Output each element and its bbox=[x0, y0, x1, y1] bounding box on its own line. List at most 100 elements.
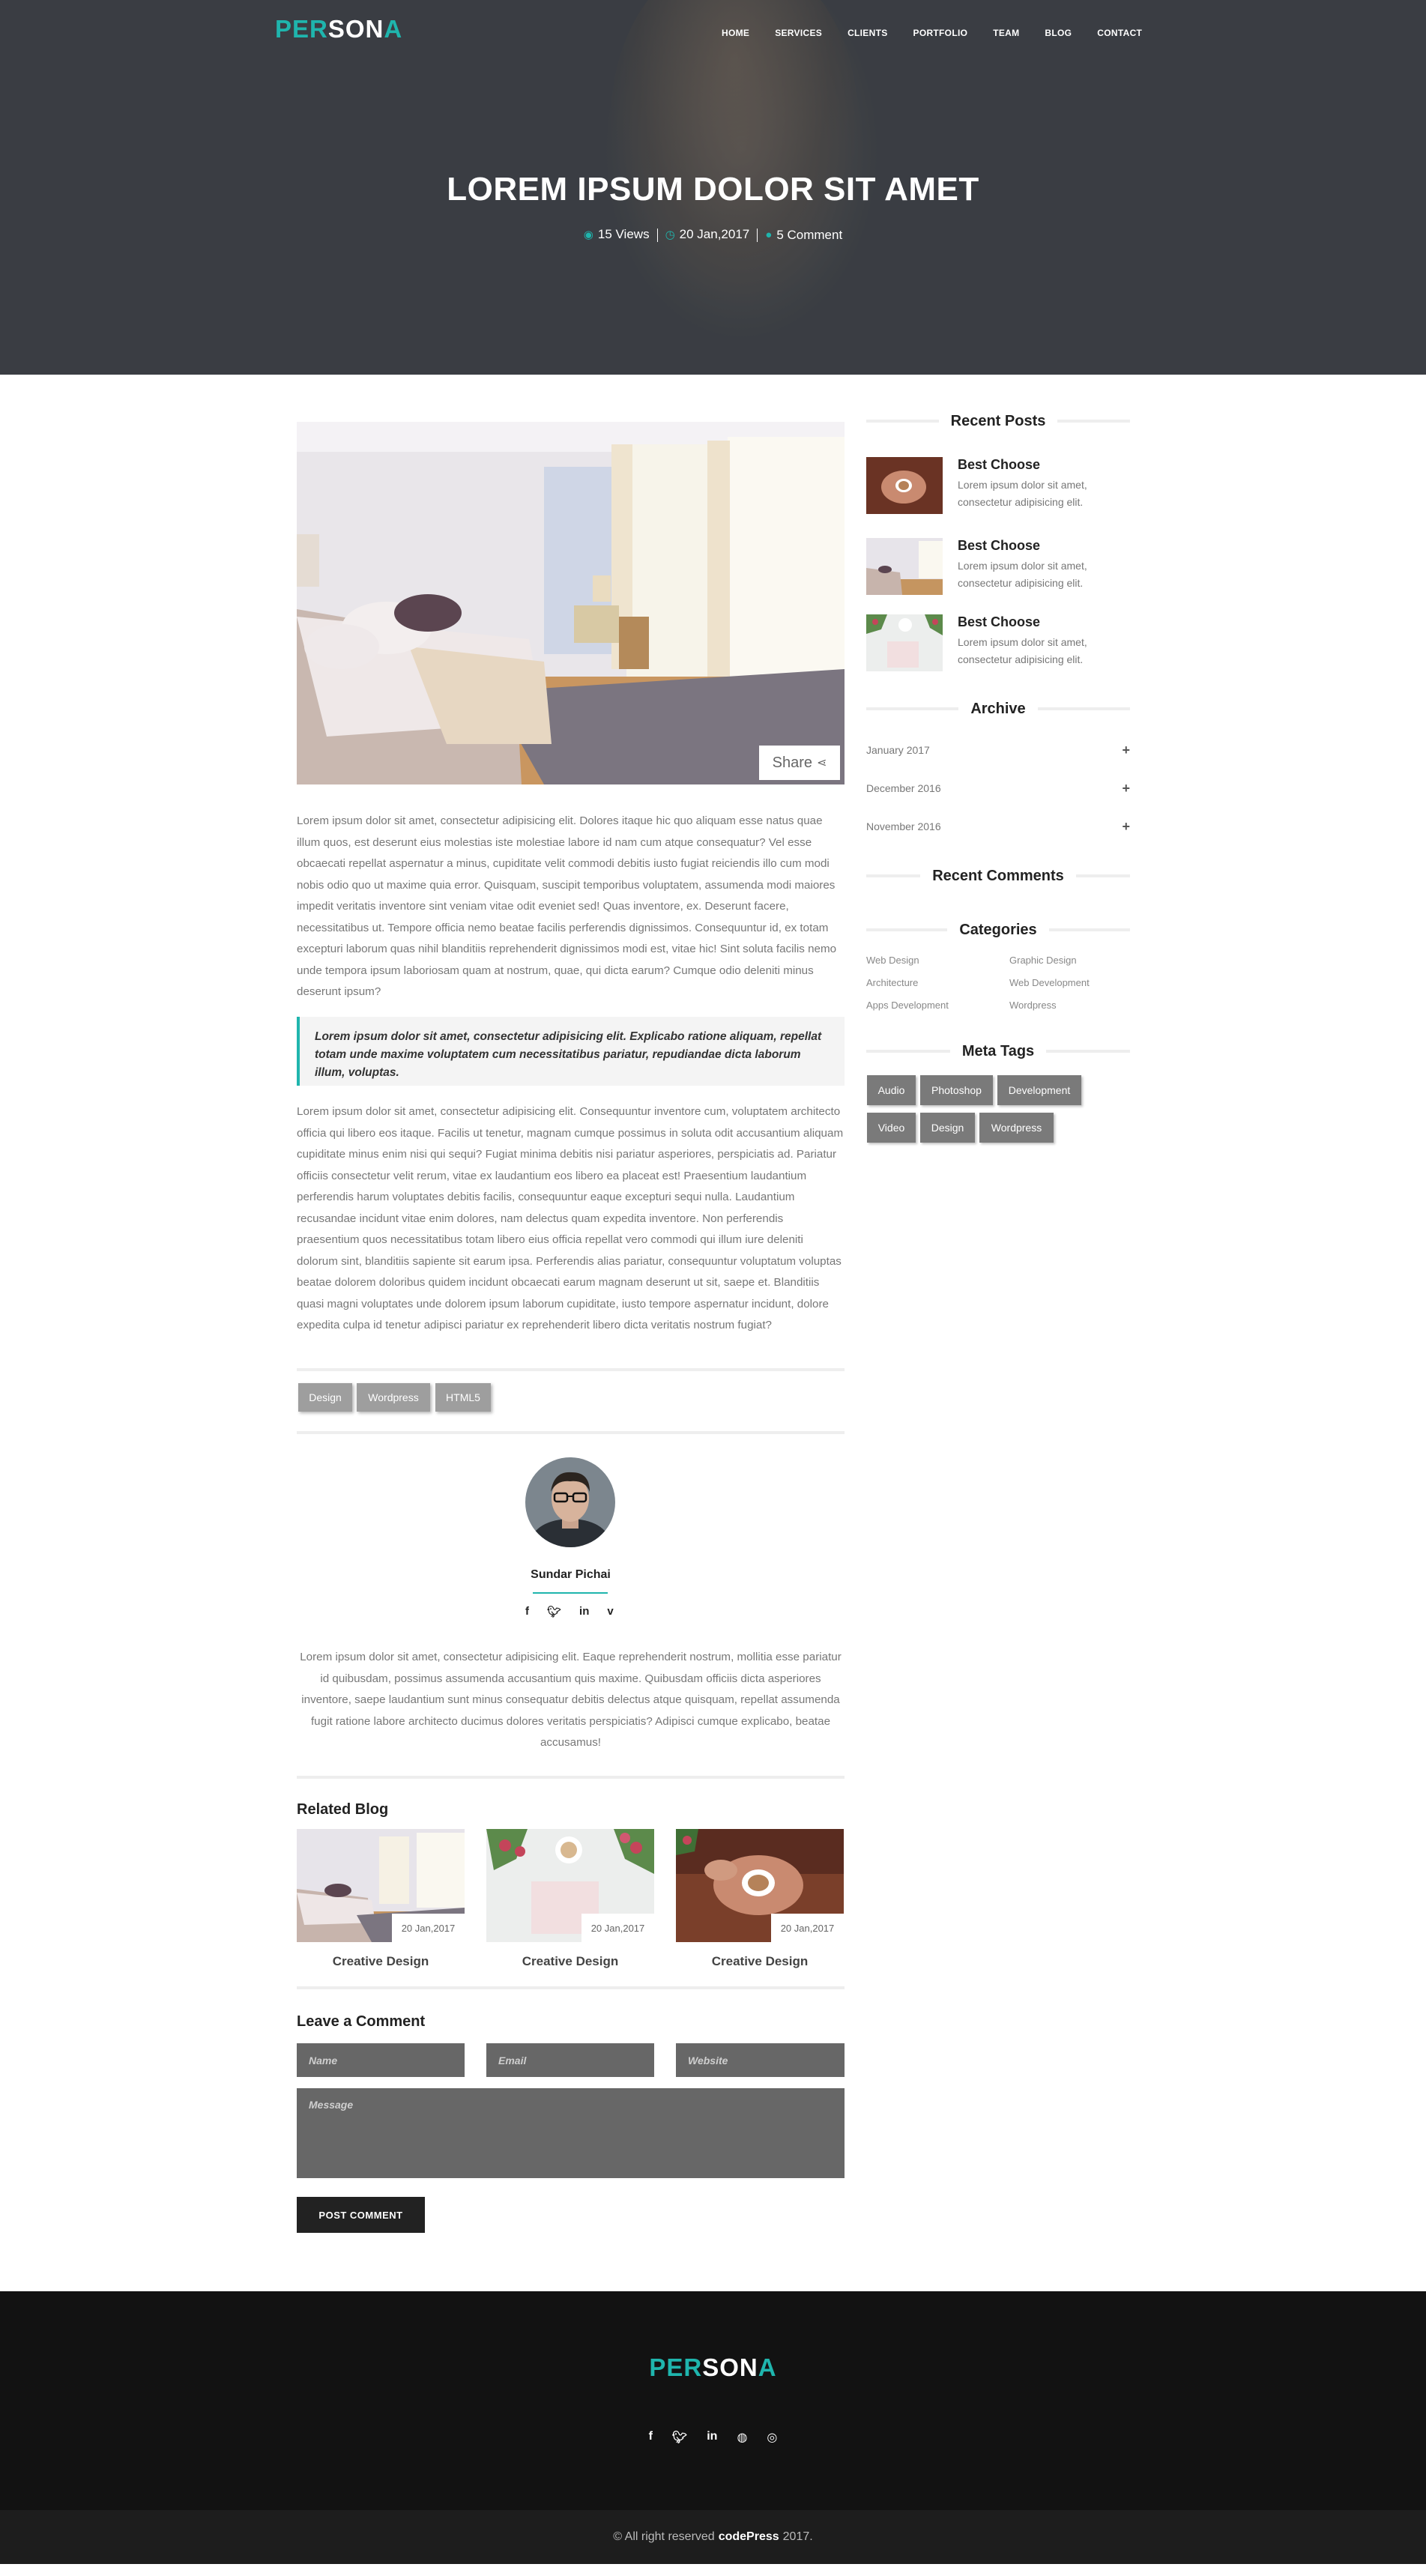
nav-services[interactable]: SERVICES bbox=[775, 28, 822, 38]
category-link[interactable]: Graphic Design bbox=[1009, 955, 1077, 966]
name-field[interactable]: Name bbox=[297, 2043, 465, 2077]
nav-clients[interactable]: CLIENTS bbox=[848, 28, 887, 38]
related-post-image[interactable]: 20 Jan,2017 bbox=[297, 1829, 465, 1942]
linkedin-icon[interactable]: in bbox=[579, 1605, 589, 1618]
hero-section: PERSONA HOME SERVICES CLIENTS PORTFOLIO … bbox=[0, 0, 1426, 375]
github-icon[interactable]: ◍ bbox=[737, 2430, 747, 2445]
share-icon: ⋖ bbox=[816, 757, 827, 770]
author-underline bbox=[533, 1592, 608, 1594]
article-quote: Lorem ipsum dolor sit amet, consectetur … bbox=[297, 1017, 845, 1086]
meta-tag[interactable]: Development bbox=[997, 1075, 1081, 1105]
related-post-image[interactable]: 20 Jan,2017 bbox=[676, 1829, 844, 1942]
related-post-title[interactable]: Creative Design bbox=[486, 1954, 654, 1969]
share-button[interactable]: Share ⋖ bbox=[759, 746, 840, 780]
author-bio: Lorem ipsum dolor sit amet, consectetur … bbox=[300, 1651, 842, 1749]
nav-team[interactable]: TEAM bbox=[993, 28, 1019, 38]
copyright-brand-link[interactable]: codePress bbox=[719, 2530, 779, 2544]
recent-post-thumbnail[interactable] bbox=[866, 538, 943, 595]
facebook-icon[interactable]: f bbox=[649, 2430, 653, 2445]
category-link[interactable]: Wordpress bbox=[1009, 1000, 1057, 1011]
site-logo[interactable]: PERSONA bbox=[275, 15, 402, 43]
recent-post-thumbnail[interactable] bbox=[866, 457, 943, 514]
related-blog-heading: Related Blog bbox=[297, 1801, 389, 1818]
archive-item[interactable]: December 2016 + bbox=[866, 781, 1130, 796]
leave-comment-heading: Leave a Comment bbox=[297, 2013, 426, 2030]
views-count: 15 Views bbox=[597, 227, 650, 241]
author-social: f 🐦︎ in v bbox=[525, 1605, 614, 1618]
recent-post-thumbnail[interactable] bbox=[866, 614, 943, 671]
recent-post-title[interactable]: Best Choose bbox=[958, 614, 1040, 630]
recent-post-excerpt: Lorem ipsum dolor sit amet, consectetur … bbox=[958, 636, 1087, 665]
nav-contact[interactable]: CONTACT bbox=[1097, 28, 1142, 38]
category-link[interactable]: Web Development bbox=[1009, 977, 1090, 988]
article-paragraph-1: Lorem ipsum dolor sit amet, consectetur … bbox=[297, 814, 837, 998]
meta-tag[interactable]: Wordpress bbox=[979, 1113, 1054, 1143]
nav-portfolio[interactable]: PORTFOLIO bbox=[913, 28, 968, 38]
eye-icon: ◉ bbox=[583, 229, 593, 241]
tag-html5[interactable]: HTML5 bbox=[435, 1383, 491, 1412]
clock-icon: ◷ bbox=[665, 229, 675, 241]
message-field[interactable]: Message bbox=[297, 2088, 845, 2178]
meta-tag[interactable]: Design bbox=[920, 1113, 975, 1143]
dribbble-icon[interactable]: ◎ bbox=[767, 2430, 777, 2445]
meta-tag[interactable]: Audio bbox=[867, 1075, 916, 1105]
plus-icon[interactable]: + bbox=[1122, 781, 1130, 796]
footer-social: f 🐦︎ in ◍ ◎ bbox=[0, 2430, 1426, 2445]
comments-count[interactable]: 5 Comment bbox=[776, 228, 842, 243]
meta-tags-title: Meta Tags bbox=[866, 1041, 1131, 1061]
post-meta: ◉ 15 Views ◷ 20 Jan,2017 ● 5 Comment bbox=[0, 227, 1426, 243]
meta-tag[interactable]: Photoshop bbox=[920, 1075, 993, 1105]
author-avatar bbox=[525, 1457, 615, 1547]
twitter-icon[interactable]: 🐦︎ bbox=[672, 2430, 687, 2445]
plus-icon[interactable]: + bbox=[1122, 743, 1130, 758]
divider bbox=[297, 1986, 845, 1989]
nav-home[interactable]: HOME bbox=[722, 28, 749, 38]
vimeo-icon[interactable]: v bbox=[607, 1605, 613, 1618]
website-field[interactable]: Website bbox=[676, 2043, 845, 2077]
related-post-card[interactable]: 20 Jan,2017 Creative Design bbox=[297, 1829, 465, 1969]
page-title: LOREM IPSUM DOLOR SIT AMET bbox=[447, 171, 979, 208]
post-date: 20 Jan,2017 bbox=[679, 227, 750, 241]
recent-post-item[interactable]: Best Choose Lorem ipsum dolor sit amet, … bbox=[866, 538, 1130, 596]
categories-title: Categories bbox=[866, 920, 1130, 940]
related-post-title[interactable]: Creative Design bbox=[297, 1954, 465, 1969]
linkedin-icon[interactable]: in bbox=[707, 2430, 717, 2445]
plus-icon[interactable]: + bbox=[1122, 819, 1130, 835]
tag-design[interactable]: Design bbox=[298, 1383, 352, 1412]
author-name: Sundar Pichai bbox=[531, 1568, 611, 1581]
tag-wordpress[interactable]: Wordpress bbox=[357, 1383, 430, 1412]
divider bbox=[297, 1431, 845, 1434]
category-link[interactable]: Web Design bbox=[866, 955, 919, 966]
divider bbox=[297, 1368, 845, 1371]
related-post-card[interactable]: 20 Jan,2017 Creative Design bbox=[486, 1829, 654, 1969]
related-post-image[interactable]: 20 Jan,2017 bbox=[486, 1829, 654, 1942]
divider bbox=[297, 1776, 845, 1779]
recent-post-title[interactable]: Best Choose bbox=[958, 457, 1040, 473]
meta-tag[interactable]: Video bbox=[867, 1113, 916, 1143]
category-link[interactable]: Architecture bbox=[866, 977, 918, 988]
nav-blog[interactable]: BLOG bbox=[1045, 28, 1072, 38]
facebook-icon[interactable]: f bbox=[525, 1605, 529, 1618]
archive-item[interactable]: January 2017 + bbox=[866, 743, 1130, 758]
post-comment-button[interactable]: POST COMMENT bbox=[297, 2197, 425, 2233]
related-post-title[interactable]: Creative Design bbox=[676, 1954, 844, 1969]
footer: PERSONA f 🐦︎ in ◍ ◎ bbox=[0, 2291, 1426, 2510]
email-field[interactable]: Email bbox=[486, 2043, 654, 2077]
article-paragraph-2: Lorem ipsum dolor sit amet, consectetur … bbox=[297, 1105, 844, 1331]
recent-post-title[interactable]: Best Choose bbox=[958, 538, 1040, 554]
recent-posts-title: Recent Posts bbox=[866, 411, 1130, 431]
recent-post-item[interactable]: Best Choose Lorem ipsum dolor sit amet, … bbox=[866, 614, 1130, 673]
category-link[interactable]: Apps Development bbox=[866, 1000, 949, 1011]
bedroom-image bbox=[297, 422, 845, 784]
footer-logo[interactable]: PERSONA bbox=[0, 2353, 1426, 2382]
related-post-card[interactable]: 20 Jan,2017 Creative Design bbox=[676, 1829, 844, 1969]
recent-post-item[interactable]: Best Choose Lorem ipsum dolor sit amet, … bbox=[866, 457, 1130, 515]
related-post-date: 20 Jan,2017 bbox=[771, 1914, 844, 1942]
main-nav: HOME SERVICES CLIENTS PORTFOLIO TEAM BLO… bbox=[722, 28, 1167, 38]
twitter-icon[interactable]: 🐦︎ bbox=[547, 1605, 561, 1618]
related-post-date: 20 Jan,2017 bbox=[581, 1914, 654, 1942]
featured-image: Share ⋖ bbox=[297, 422, 845, 784]
recent-post-excerpt: Lorem ipsum dolor sit amet, consectetur … bbox=[958, 560, 1087, 589]
recent-comments-title: Recent Comments bbox=[866, 866, 1131, 886]
archive-item[interactable]: November 2016 + bbox=[866, 819, 1130, 835]
